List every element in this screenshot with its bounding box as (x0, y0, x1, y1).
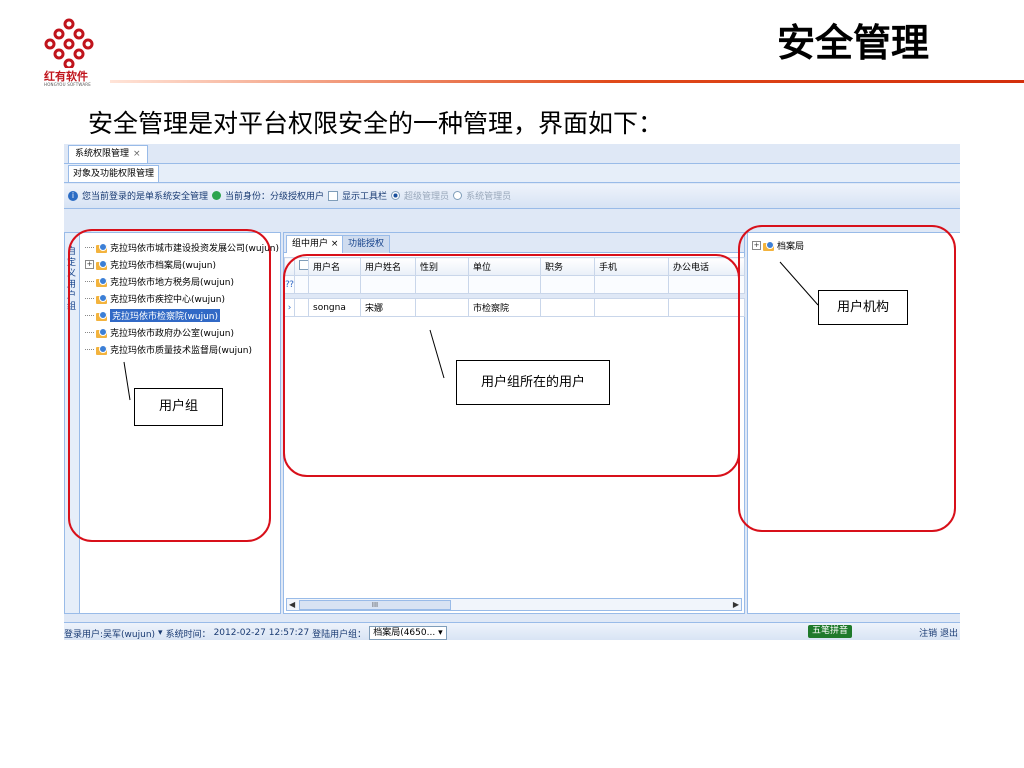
user-org-leader-line (779, 261, 819, 306)
user-group-callout: 用户组 (134, 388, 223, 426)
group-users-leader-line (429, 329, 445, 379)
user-org-callout: 用户机构 (818, 290, 908, 325)
group-users-callout: 用户组所在的用户 (456, 360, 610, 405)
user-group-leader-line (123, 361, 131, 401)
